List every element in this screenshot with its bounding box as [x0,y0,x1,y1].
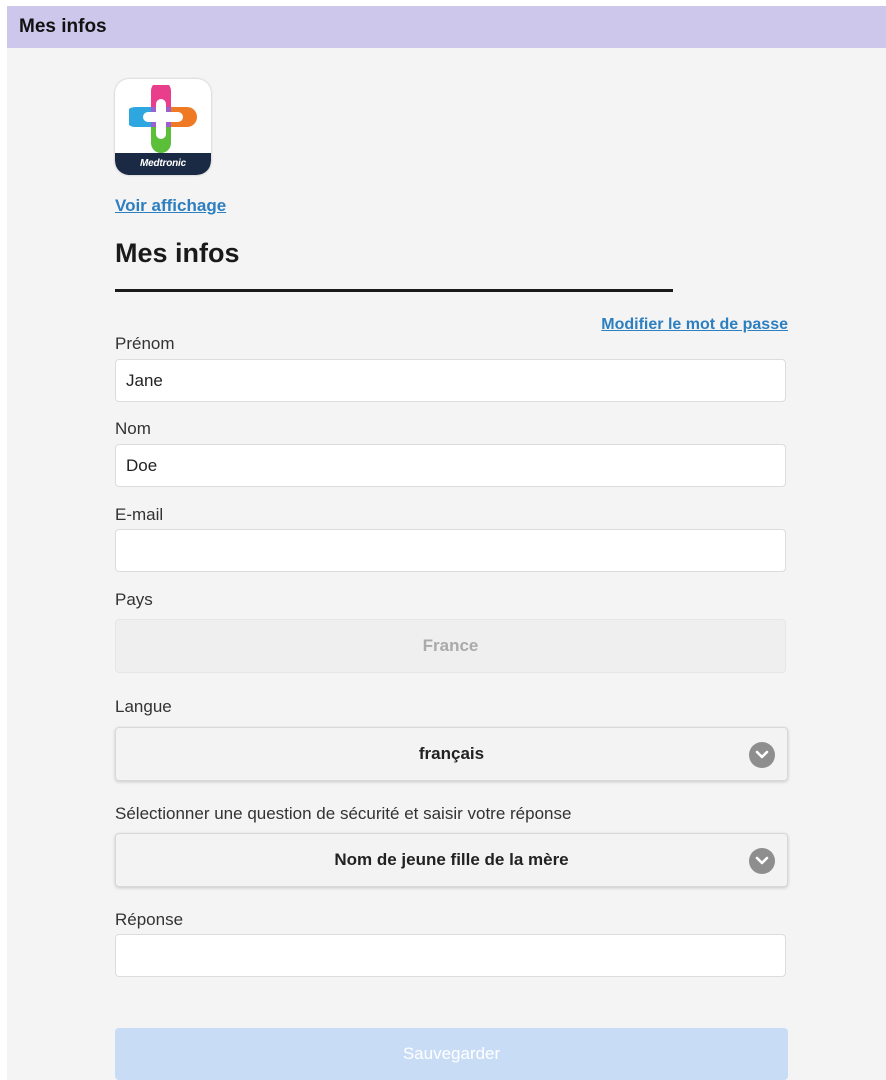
prenom-input[interactable] [115,359,786,402]
save-button[interactable]: Sauvegarder [115,1028,788,1080]
security-question-label: Sélectionner une question de sécurité et… [115,804,572,823]
pays-label: Pays [115,590,153,609]
page-title: Mes infos [115,238,240,268]
app-window: Mes infos Medtronic Voir affichage Mes i… [7,6,886,1080]
window-title: Mes infos [19,16,107,37]
window-title-bar: Mes infos [7,6,886,48]
reponse-label: Réponse [115,910,184,929]
prenom-label: Prénom [115,334,175,353]
nom-input[interactable] [115,444,786,487]
title-divider [115,289,673,292]
security-question-select[interactable]: Nom de jeune fille de la mère [115,833,788,887]
pays-field: France [115,619,786,673]
chevron-down-icon[interactable] [749,848,775,874]
cross-logo-graphic [129,85,197,153]
reponse-input[interactable] [115,934,786,977]
langue-selected-value: français [418,744,485,763]
nom-label: Nom [115,419,151,438]
langue-label: Langue [115,697,172,716]
langue-select[interactable]: français [115,727,788,781]
email-input[interactable] [115,529,786,572]
email-label: E-mail [115,505,164,524]
change-password-link[interactable]: Modifier le mot de passe [601,316,788,334]
security-question-selected-value: Nom de jeune fille de la mère [334,850,569,869]
voir-affichage-link[interactable]: Voir affichage [115,196,226,216]
logo-wordmark: Medtronic [115,153,211,175]
chevron-down-icon[interactable] [749,742,775,768]
pays-value: France [422,636,479,655]
medtronic-logo-icon: Medtronic [115,79,211,175]
